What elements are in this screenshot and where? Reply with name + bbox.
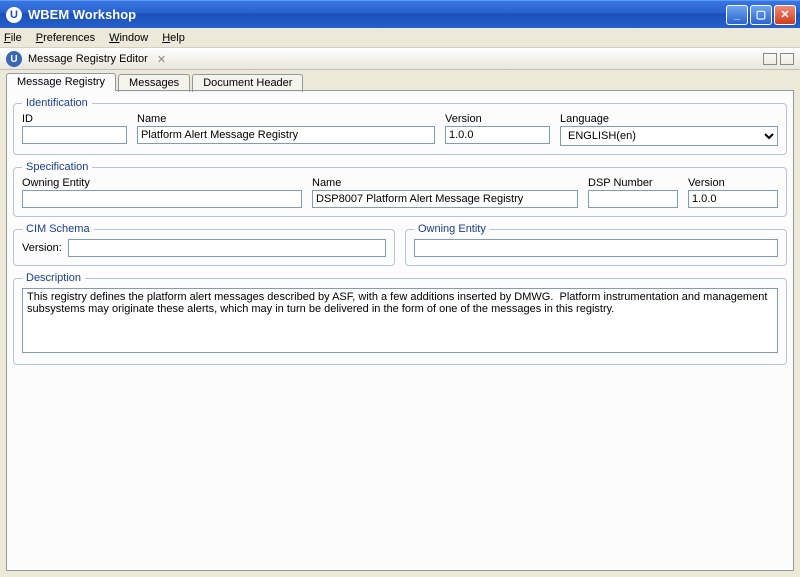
owning-entity-legend: Owning Entity	[414, 223, 490, 235]
identification-group: Identification ID Name Version Language …	[13, 97, 787, 155]
language-select[interactable]: ENGLISH(en)	[560, 126, 778, 146]
description-group: Description	[13, 272, 787, 365]
tab-document-header[interactable]: Document Header	[192, 74, 303, 92]
editor-icon: U	[6, 51, 22, 67]
maximize-button[interactable]: ▢	[750, 5, 772, 25]
content-area: Identification ID Name Version Language …	[6, 91, 794, 571]
owning-entity-input[interactable]	[414, 239, 778, 257]
specification-legend: Specification	[22, 161, 92, 173]
version-input[interactable]	[445, 126, 550, 144]
cim-version-input[interactable]	[68, 239, 386, 257]
version-label: Version	[445, 113, 550, 125]
tab-message-registry[interactable]: Message Registry	[6, 73, 116, 91]
menu-help[interactable]: Help	[162, 32, 185, 44]
description-textarea[interactable]	[22, 288, 778, 353]
spec-name-label: Name	[312, 177, 578, 189]
menu-preferences[interactable]: Preferences	[36, 32, 95, 44]
name-input[interactable]	[137, 126, 435, 144]
editor-tabbar: U Message Registry Editor ✕	[0, 48, 800, 70]
minimize-button[interactable]: _	[726, 5, 748, 25]
tabstrip: Message Registry Messages Document Heade…	[0, 70, 800, 91]
language-label: Language	[560, 113, 778, 125]
spec-name-input[interactable]	[312, 190, 578, 208]
name-label: Name	[137, 113, 435, 125]
spec-owning-label: Owning Entity	[22, 177, 302, 189]
editor-minimize-button[interactable]	[763, 53, 777, 65]
menu-window[interactable]: Window	[109, 32, 148, 44]
spec-owning-input[interactable]	[22, 190, 302, 208]
id-label: ID	[22, 113, 127, 125]
cim-version-label: Version:	[22, 242, 62, 254]
close-button[interactable]: ✕	[774, 5, 796, 25]
spec-version-label: Version	[688, 177, 778, 189]
menu-file[interactable]: File	[4, 32, 22, 44]
editor-close-icon[interactable]: ✕	[154, 53, 169, 66]
editor-title[interactable]: Message Registry Editor	[28, 53, 148, 65]
spec-version-input[interactable]	[688, 190, 778, 208]
id-input[interactable]	[22, 126, 127, 144]
menubar: File Preferences Window Help	[0, 28, 800, 48]
tab-messages[interactable]: Messages	[118, 74, 190, 92]
window-titlebar: U WBEM Workshop _ ▢ ✕	[0, 0, 800, 28]
editor-maximize-button[interactable]	[780, 53, 794, 65]
app-icon: U	[6, 7, 22, 23]
identification-legend: Identification	[22, 97, 92, 109]
description-legend: Description	[22, 272, 85, 284]
spec-dsp-label: DSP Number	[588, 177, 678, 189]
specification-group: Specification Owning Entity Name DSP Num…	[13, 161, 787, 217]
spec-dsp-input[interactable]	[588, 190, 678, 208]
window-title: WBEM Workshop	[28, 7, 136, 22]
cimschema-group: CIM Schema Version:	[13, 223, 395, 266]
owning-entity-group: Owning Entity	[405, 223, 787, 266]
cimschema-legend: CIM Schema	[22, 223, 94, 235]
